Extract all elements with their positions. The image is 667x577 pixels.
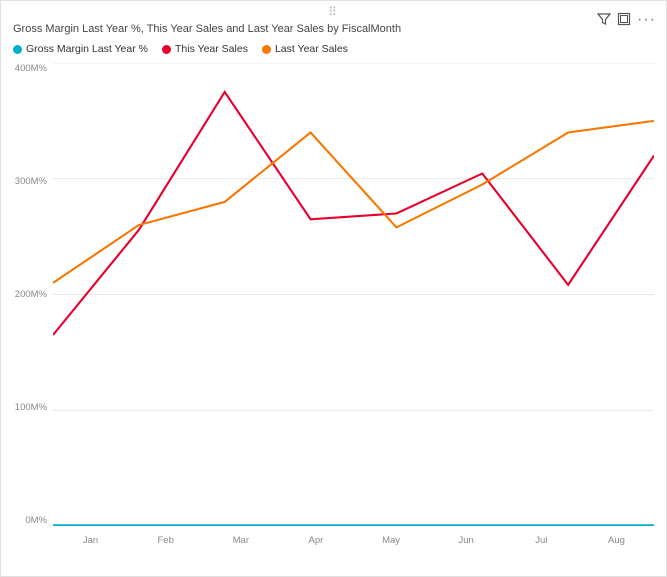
legend-label-this-year: This Year Sales (175, 43, 248, 55)
legend-item-this-year: This Year Sales (162, 43, 248, 55)
chart-legend: Gross Margin Last Year % This Year Sales… (13, 43, 348, 55)
x-label-jan: Jan (53, 535, 128, 546)
x-label-apr: Apr (278, 535, 353, 546)
more-options-icon[interactable]: ··· (637, 11, 656, 29)
x-axis-labels: Jan Feb Mar Apr May Jun Jul Aug (53, 526, 654, 546)
chart-container: ⠿ ··· Gross Margin Last Year %, This Yea… (0, 0, 667, 577)
x-label-mar: Mar (203, 535, 278, 546)
x-label-jul: Jul (504, 535, 579, 546)
x-label-jun: Jun (429, 535, 504, 546)
drag-handle[interactable]: ⠿ (1, 1, 666, 21)
legend-item-gross-margin: Gross Margin Last Year % (13, 43, 148, 55)
x-label-aug: Aug (579, 535, 654, 546)
drag-dots-icon: ⠿ (328, 5, 339, 19)
legend-dot-last-year (262, 45, 271, 54)
expand-icon[interactable] (617, 12, 631, 29)
legend-label-last-year: Last Year Sales (275, 43, 348, 55)
chart-area: 0M% 100M% 200M% 300M% 400M% (13, 63, 654, 546)
x-label-may: May (354, 535, 429, 546)
legend-item-last-year: Last Year Sales (262, 43, 348, 55)
y-label-300: 300M% (13, 176, 51, 187)
y-axis-labels: 0M% 100M% 200M% 300M% 400M% (13, 63, 51, 526)
toolbar: ··· (597, 11, 656, 29)
y-label-100: 100M% (13, 402, 51, 413)
filter-icon[interactable] (597, 12, 611, 29)
legend-dot-gross-margin (13, 45, 22, 54)
x-label-feb: Feb (128, 535, 203, 546)
chart-svg (53, 63, 654, 526)
legend-dot-this-year (162, 45, 171, 54)
legend-label-gross-margin: Gross Margin Last Year % (26, 43, 148, 55)
last-year-sales-line (53, 121, 654, 283)
y-label-200: 200M% (13, 289, 51, 300)
chart-title: Gross Margin Last Year %, This Year Sale… (13, 23, 401, 35)
y-label-0: 0M% (13, 515, 51, 526)
y-label-400: 400M% (13, 63, 51, 74)
this-year-sales-line (53, 92, 654, 335)
